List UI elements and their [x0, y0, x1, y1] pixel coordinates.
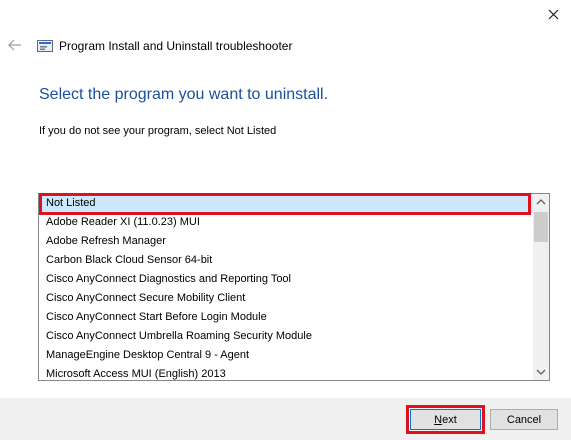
window-title: Program Install and Uninstall troublesho…	[59, 39, 293, 53]
next-accelerator: N	[434, 414, 443, 426]
back-button[interactable]	[6, 37, 24, 53]
program-list-item[interactable]: Cisco AnyConnect Start Before Login Modu…	[39, 308, 535, 327]
close-button[interactable]	[540, 4, 566, 26]
dialog-footer	[0, 398, 571, 440]
scroll-thumb[interactable]	[534, 212, 548, 242]
program-list-item[interactable]: ManageEngine Desktop Central 9 - Agent	[39, 346, 535, 365]
chevron-down-icon	[536, 369, 546, 375]
program-list-item[interactable]: Not Listed	[39, 194, 535, 213]
program-list-item[interactable]: Adobe Refresh Manager	[39, 232, 535, 251]
scroll-up-button[interactable]	[533, 194, 549, 211]
scroll-down-button[interactable]	[533, 363, 549, 380]
window-title-bar: Program Install and Uninstall troublesho…	[37, 36, 292, 56]
program-list-item[interactable]: Cisco AnyConnect Secure Mobility Client	[39, 289, 535, 308]
cancel-button[interactable]: Cancel	[490, 409, 558, 430]
chevron-up-icon	[536, 199, 546, 205]
next-label-rest: ext	[442, 414, 457, 426]
program-list-item[interactable]: Cisco AnyConnect Umbrella Roaming Securi…	[39, 327, 535, 346]
program-list-item[interactable]: Carbon Black Cloud Sensor 64-bit	[39, 251, 535, 270]
page-heading: Select the program you want to uninstall…	[39, 86, 329, 103]
program-list-item[interactable]: Microsoft Access MUI (English) 2013	[39, 365, 535, 380]
program-list-item[interactable]: Adobe Reader XI (11.0.23) MUI	[39, 213, 535, 232]
close-icon	[548, 9, 559, 20]
program-listbox[interactable]: Not Listed Adobe Reader XI (11.0.23) MUI A…	[38, 193, 550, 381]
instruction-text: If you do not see your program, select N…	[39, 125, 277, 137]
vertical-scrollbar[interactable]	[533, 194, 549, 380]
back-arrow-icon	[8, 39, 21, 51]
troubleshooter-app-icon	[37, 40, 53, 52]
program-list-items: Not Listed Adobe Reader XI (11.0.23) MUI A…	[39, 194, 535, 380]
next-button[interactable]: Next	[410, 409, 481, 430]
program-list-item[interactable]: Cisco AnyConnect Diagnostics and Reporti…	[39, 270, 535, 289]
